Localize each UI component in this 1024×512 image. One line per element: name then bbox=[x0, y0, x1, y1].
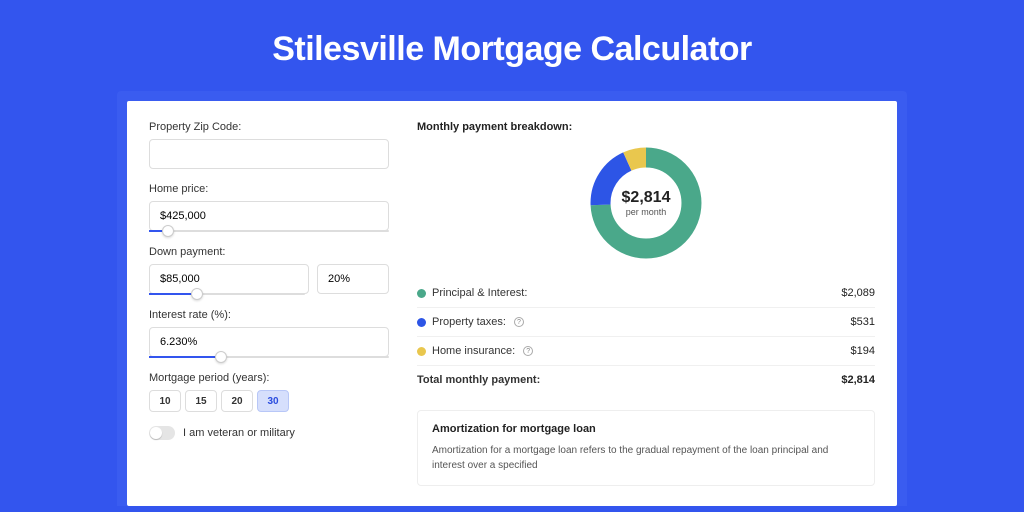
period-options: 10 15 20 30 bbox=[149, 390, 389, 412]
down-payment-field: Down payment: bbox=[149, 246, 389, 295]
page-title: Stilesville Mortgage Calculator bbox=[0, 0, 1024, 91]
period-option-15[interactable]: 15 bbox=[185, 390, 217, 412]
period-option-10[interactable]: 10 bbox=[149, 390, 181, 412]
mortgage-period-field: Mortgage period (years): 10 15 20 30 bbox=[149, 372, 389, 412]
slider-thumb[interactable] bbox=[162, 225, 174, 237]
amortization-section: Amortization for mortgage loan Amortizat… bbox=[417, 410, 875, 486]
interest-rate-slider[interactable] bbox=[149, 356, 389, 358]
period-option-30[interactable]: 30 bbox=[257, 390, 289, 412]
slider-fill bbox=[149, 293, 197, 295]
toggle-knob bbox=[150, 427, 162, 439]
donut-amount: $2,814 bbox=[622, 189, 671, 207]
legend-label: Principal & Interest: bbox=[432, 287, 527, 299]
veteran-label: I am veteran or military bbox=[183, 427, 295, 439]
info-icon[interactable]: ? bbox=[514, 317, 524, 327]
period-option-20[interactable]: 20 bbox=[221, 390, 253, 412]
down-payment-label: Down payment: bbox=[149, 246, 389, 258]
amortization-title: Amortization for mortgage loan bbox=[432, 423, 860, 435]
zip-label: Property Zip Code: bbox=[149, 121, 389, 133]
donut-center: $2,814 per month bbox=[622, 189, 671, 217]
calculator-card: Property Zip Code: Home price: Down paym… bbox=[127, 101, 897, 506]
down-payment-slider[interactable] bbox=[149, 293, 305, 295]
legend-label: Property taxes: bbox=[432, 316, 506, 328]
home-price-field: Home price: bbox=[149, 183, 389, 232]
interest-rate-label: Interest rate (%): bbox=[149, 309, 389, 321]
legend-dot bbox=[417, 347, 426, 356]
legend-row-taxes: Property taxes: ? $531 bbox=[417, 308, 875, 337]
legend-row-total: Total monthly payment: $2,814 bbox=[417, 366, 875, 394]
veteran-toggle[interactable] bbox=[149, 426, 175, 440]
total-value: $2,814 bbox=[841, 374, 875, 386]
legend-dot bbox=[417, 318, 426, 327]
legend-row-principal: Principal & Interest: $2,089 bbox=[417, 279, 875, 308]
slider-thumb[interactable] bbox=[215, 351, 227, 363]
legend-row-insurance: Home insurance: ? $194 bbox=[417, 337, 875, 366]
card-backdrop: Property Zip Code: Home price: Down paym… bbox=[117, 91, 907, 506]
interest-rate-input[interactable] bbox=[149, 327, 389, 357]
legend-value: $531 bbox=[851, 316, 875, 328]
donut-wrap: $2,814 per month bbox=[417, 143, 875, 263]
form-column: Property Zip Code: Home price: Down paym… bbox=[149, 121, 389, 486]
mortgage-period-label: Mortgage period (years): bbox=[149, 372, 389, 384]
home-price-slider[interactable] bbox=[149, 230, 389, 232]
interest-rate-field: Interest rate (%): bbox=[149, 309, 389, 358]
total-label: Total monthly payment: bbox=[417, 374, 540, 386]
donut-sub: per month bbox=[622, 207, 671, 217]
down-payment-amount-input[interactable] bbox=[149, 264, 309, 294]
breakdown-title: Monthly payment breakdown: bbox=[417, 121, 875, 133]
breakdown-column: Monthly payment breakdown: $2,814 per mo… bbox=[417, 121, 875, 486]
veteran-row: I am veteran or military bbox=[149, 426, 389, 440]
zip-input[interactable] bbox=[149, 139, 389, 169]
amortization-text: Amortization for a mortgage loan refers … bbox=[432, 443, 860, 473]
home-price-input[interactable] bbox=[149, 201, 389, 231]
slider-thumb[interactable] bbox=[191, 288, 203, 300]
legend-value: $2,089 bbox=[841, 287, 875, 299]
down-payment-pct-input[interactable] bbox=[317, 264, 389, 294]
slider-fill bbox=[149, 356, 221, 358]
legend-dot bbox=[417, 289, 426, 298]
home-price-label: Home price: bbox=[149, 183, 389, 195]
zip-field: Property Zip Code: bbox=[149, 121, 389, 169]
donut-chart: $2,814 per month bbox=[586, 143, 706, 263]
legend-value: $194 bbox=[851, 345, 875, 357]
info-icon[interactable]: ? bbox=[523, 346, 533, 356]
legend-label: Home insurance: bbox=[432, 345, 515, 357]
